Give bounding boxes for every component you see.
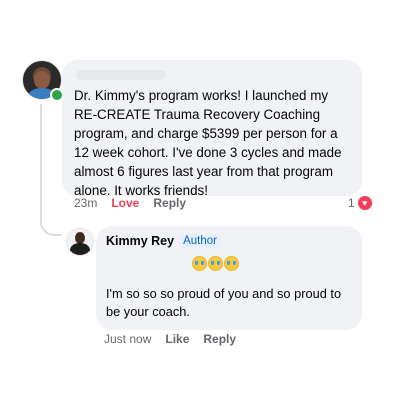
reply-author-name[interactable]: Kimmy Rey xyxy=(106,234,174,248)
reply-text: I'm so so so proud of you and so proud t… xyxy=(106,286,342,319)
reply-actions: Just now Like Reply xyxy=(104,332,236,346)
avatar-face xyxy=(34,71,50,89)
emoji-row xyxy=(192,256,352,271)
comment-actions: 23m Love Reply xyxy=(74,196,186,210)
avatar-body xyxy=(70,243,90,255)
redacted-name xyxy=(76,70,166,80)
author-badge: Author xyxy=(179,234,221,248)
crying-face-emoji-icon xyxy=(192,256,207,271)
reply-button[interactable]: Reply xyxy=(203,332,236,346)
reply-header: Kimmy Rey Author xyxy=(106,234,352,248)
thread-connector xyxy=(40,208,62,236)
love-button[interactable]: Love xyxy=(111,196,139,210)
like-button[interactable]: Like xyxy=(165,332,189,346)
reply-button[interactable]: Reply xyxy=(153,196,186,210)
crying-face-emoji-icon xyxy=(224,256,239,271)
reaction-count: 1 xyxy=(348,196,355,210)
reply-bubble: Kimmy Rey Author I'm so so so proud of y… xyxy=(96,226,362,330)
reply-timestamp[interactable]: Just now xyxy=(104,332,151,346)
comment-text: Dr. Kimmy's program works! I launched my… xyxy=(74,88,342,198)
reply-avatar[interactable] xyxy=(66,228,94,256)
comment-bubble: Dr. Kimmy's program works! I launched my… xyxy=(62,60,362,198)
reaction-summary[interactable]: 1 ♥ xyxy=(348,196,372,210)
thread-line xyxy=(40,104,42,222)
heart-icon: ♥ xyxy=(357,196,372,210)
comment-timestamp[interactable]: 23m xyxy=(74,196,97,210)
crying-face-emoji-icon xyxy=(208,256,223,271)
